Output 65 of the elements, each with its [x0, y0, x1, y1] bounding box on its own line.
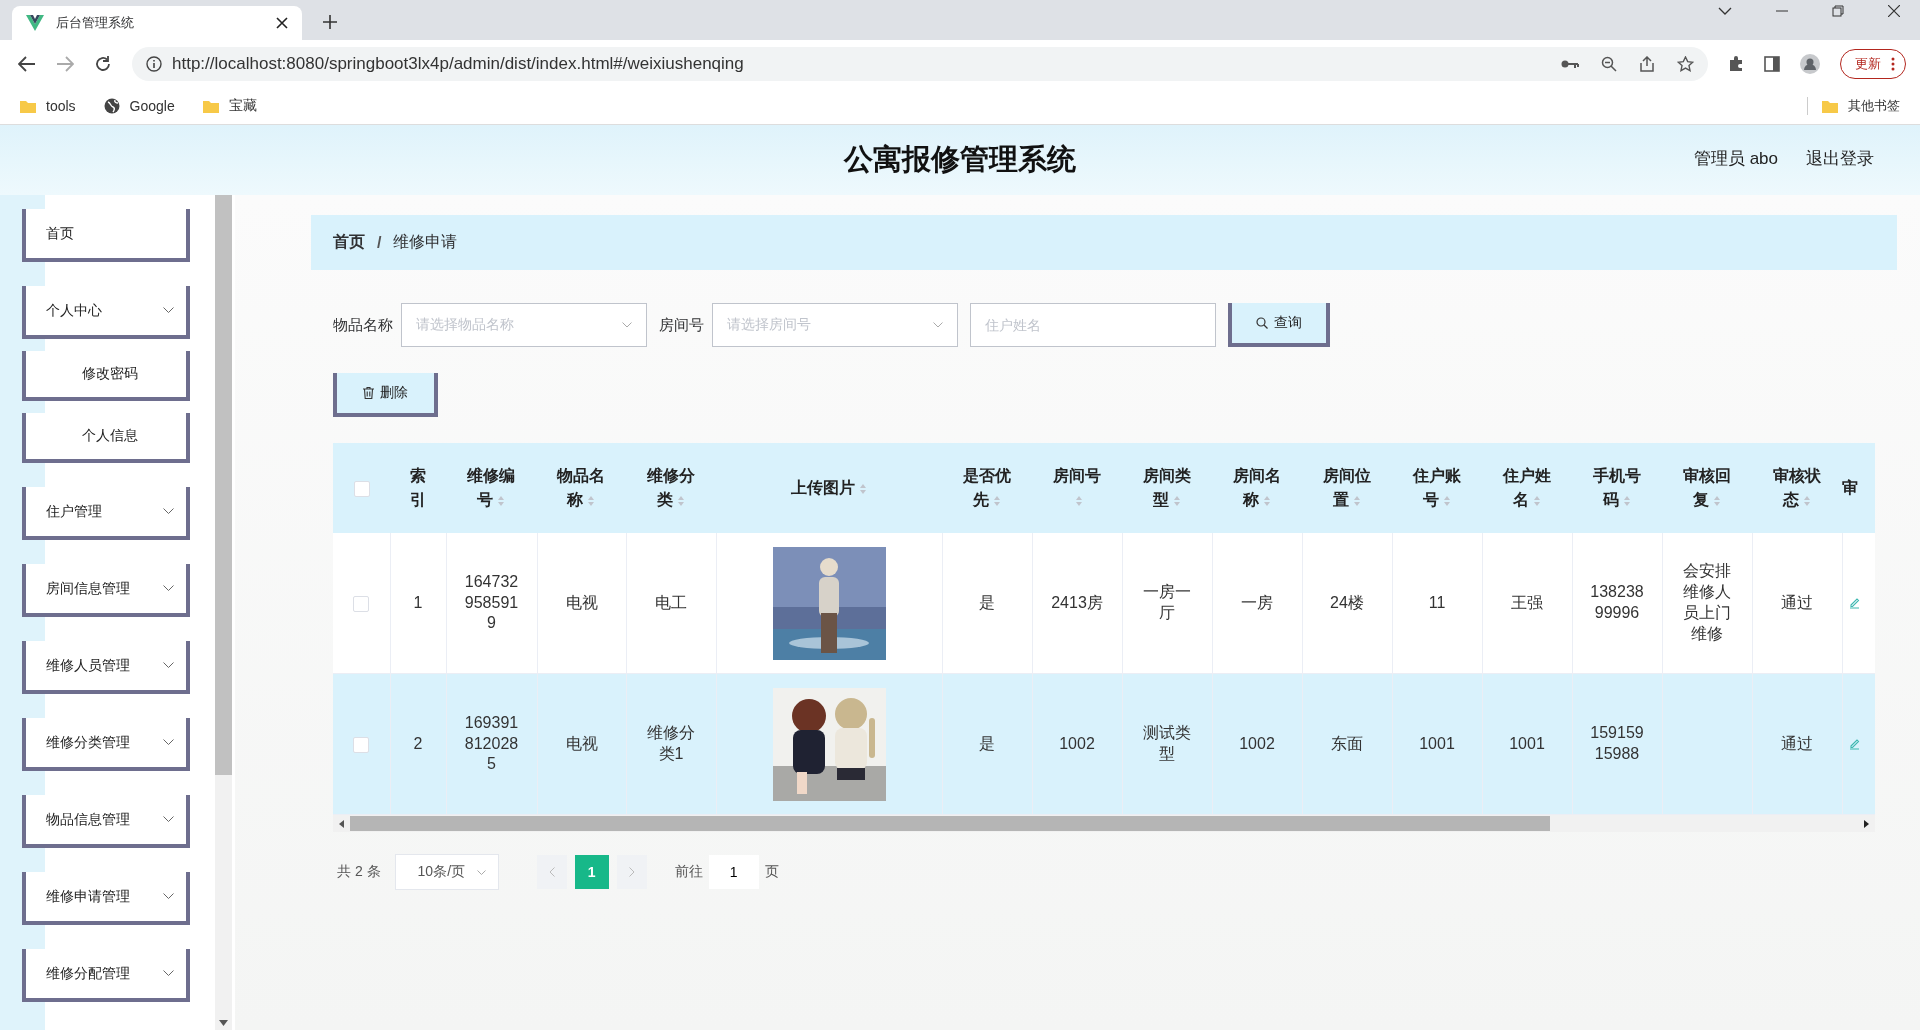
- page-suffix: 页: [764, 863, 779, 881]
- logout-link[interactable]: 退出登录: [1806, 147, 1874, 170]
- table-cell-text: 电视: [565, 592, 598, 613]
- table-cell-text: 测试类型: [1142, 723, 1192, 764]
- url-text: http://localhost:8080/springboot3lx4p/admin/dist/index.html#/weixiushenqing: [172, 54, 744, 74]
- table-cell-text: 是: [979, 592, 995, 613]
- sidebar-item[interactable]: 物品信息管理: [22, 795, 190, 848]
- table-cell-text: 是: [979, 733, 995, 754]
- table-cell-text: 1693918120285: [463, 712, 520, 775]
- tab-title: 后台管理系统: [56, 14, 135, 32]
- table-cell-text: 一房一厅: [1142, 582, 1192, 623]
- sidebar-item[interactable]: 维修申请管理: [22, 872, 190, 925]
- delete-button[interactable]: 删除: [333, 373, 438, 417]
- page-input[interactable]: 1: [708, 855, 759, 889]
- total-count: 共 2 条: [337, 863, 381, 881]
- sidebar-item[interactable]: 修改密码: [22, 351, 190, 401]
- table-cell-text: 1002: [1239, 733, 1275, 754]
- table-cell-text: 1001: [1509, 733, 1545, 754]
- table-cell-text: 东面: [1331, 733, 1363, 754]
- table-cell-text: 1002: [1059, 733, 1095, 754]
- table-cell-text: 通过: [1781, 733, 1813, 754]
- breadcrumb-link[interactable]: 维修申请: [393, 232, 458, 253]
- table-cell-text: 1: [413, 592, 423, 613]
- table-cell-text: 通过: [1781, 592, 1813, 613]
- table-cell-text: 24楼: [1330, 592, 1364, 613]
- sidebar-item[interactable]: 个人信息: [22, 413, 190, 463]
- table-cell-text: 2: [413, 733, 423, 754]
- bookmark-link[interactable]: Google: [103, 98, 175, 114]
- bookmark-link[interactable]: 宝藏: [202, 97, 257, 115]
- sidebar-item[interactable]: 维修分类管理: [22, 718, 190, 771]
- update-button[interactable]: 更新: [1840, 49, 1906, 79]
- column-header: 审: [1842, 478, 1859, 498]
- sidebar-item[interactable]: 首页: [22, 209, 190, 262]
- browser-tab[interactable]: 后台管理系统: [12, 6, 302, 40]
- input-field[interactable]: 住户姓名: [970, 303, 1216, 347]
- bookmark-link[interactable]: 其他书签: [1807, 97, 1900, 115]
- sidebar-item[interactable]: 个人中心: [22, 286, 190, 339]
- bookmark-link[interactable]: tools: [20, 98, 76, 114]
- table-cell-text: 1001: [1419, 733, 1455, 754]
- goto-label: 前往: [674, 863, 703, 881]
- breadcrumb-separator: /: [377, 233, 382, 252]
- search-button[interactable]: 查询: [1228, 303, 1330, 347]
- page-size-select[interactable]: 10条/页: [394, 854, 499, 890]
- table-cell-text: 王强: [1511, 592, 1543, 613]
- table-cell-text: 一房: [1241, 592, 1273, 613]
- table-cell-text: 13823899996: [1589, 582, 1645, 623]
- sidebar-item[interactable]: 房间信息管理: [22, 564, 190, 617]
- table-cell-text: 2413房: [1051, 592, 1103, 613]
- table-cell-text: 11: [1428, 592, 1446, 613]
- table-cell-text: 维修分类1: [646, 723, 696, 764]
- table-cell-text: 1647329585919: [463, 571, 520, 634]
- table-cell-text: 电工: [655, 592, 687, 613]
- table-cell-text: 会安排维修人员上门维修: [1682, 561, 1732, 644]
- system-title: 公寓报修管理系统: [844, 142, 1076, 177]
- sidebar-item[interactable]: 维修人员管理: [22, 641, 190, 694]
- field-label: 房间号: [659, 315, 704, 335]
- user-label: 管理员 abo: [1693, 148, 1778, 170]
- table-cell-text: 15915915988: [1589, 723, 1645, 764]
- sidebar-item[interactable]: 住户管理: [22, 487, 190, 540]
- table-cell-text: 电视: [565, 733, 598, 754]
- sidebar-item[interactable]: 维修分配管理: [22, 949, 190, 1002]
- column-header: 索引: [409, 466, 427, 510]
- address-bar[interactable]: http://localhost:8080/springboot3lx4p/admin/dist/index.html#/weixiushenqing: [132, 47, 1708, 81]
- breadcrumb-link[interactable]: 首页: [333, 232, 365, 253]
- field-label: 物品名称: [333, 315, 393, 335]
